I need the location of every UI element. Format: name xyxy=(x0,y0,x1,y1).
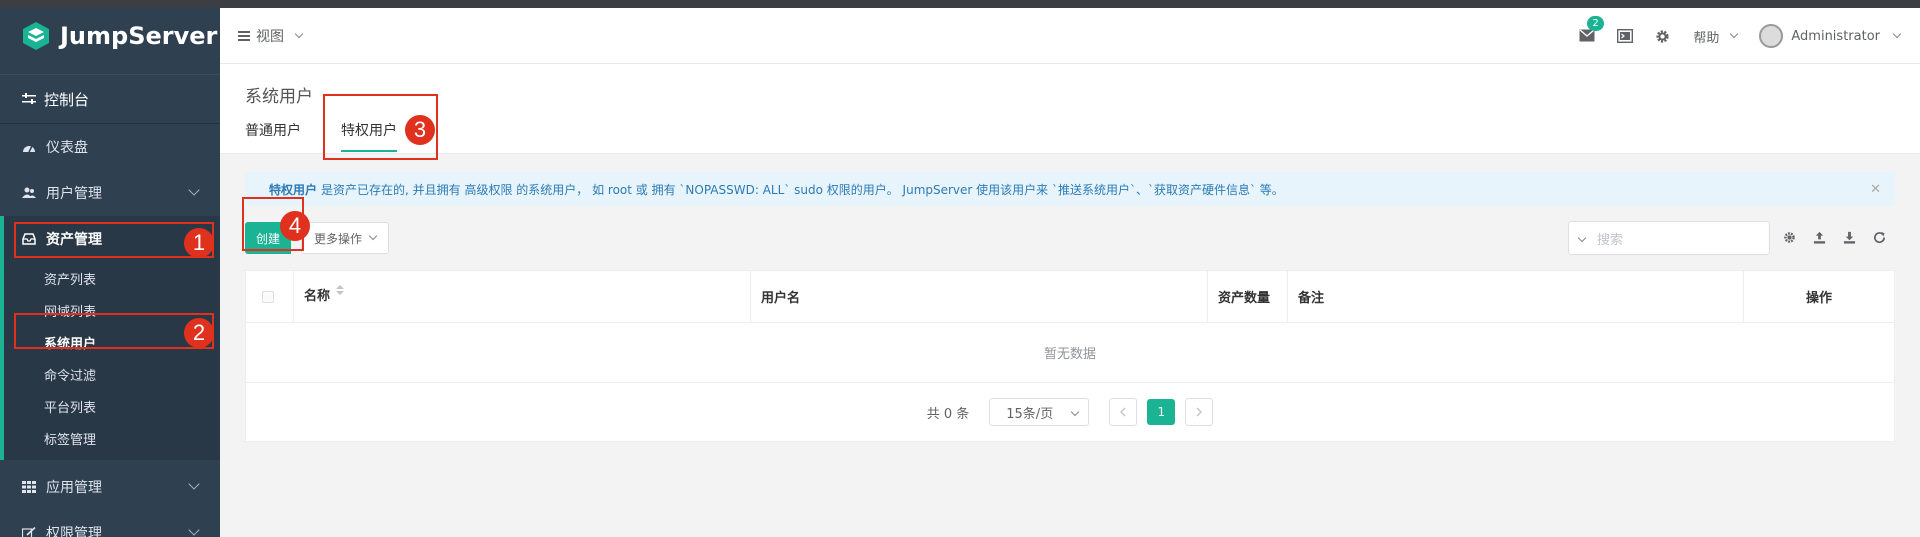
sidebar-subitem-platform-list[interactable]: 平台列表 xyxy=(4,390,220,422)
gear-icon xyxy=(1656,30,1669,43)
sidebar: JumpServer 控制台 仪表盘 用户管理 资产管理 资产列表 网域列表 系… xyxy=(0,8,220,537)
upload-icon[interactable] xyxy=(1811,229,1827,245)
chevron-right-icon xyxy=(1196,407,1203,417)
total-count: 共 0 条 xyxy=(926,406,970,422)
chevron-down-icon xyxy=(188,184,200,196)
refresh-icon[interactable] xyxy=(1871,229,1887,245)
page-size-value: 15条/页 xyxy=(1006,406,1054,422)
dashboard-icon xyxy=(22,140,36,154)
sidebar-item-label: 权限管理 xyxy=(46,526,102,537)
sliders-icon xyxy=(22,92,36,106)
page-number[interactable]: 1 xyxy=(1147,399,1176,425)
alert-text: 是资产已存在的, 并且拥有 高级权限 的系统用户， 如 root 或 拥有 `N… xyxy=(321,182,1284,197)
message-count-badge: 2 xyxy=(1587,16,1604,31)
sidebar-item-applications[interactable]: 应用管理 xyxy=(0,464,220,510)
alert-strong: 特权用户 xyxy=(269,182,318,197)
view-menu[interactable]: 视图 xyxy=(238,26,304,46)
users-icon xyxy=(22,186,36,200)
sidebar-item-label: 仪表盘 xyxy=(46,140,88,156)
more-actions-button[interactable]: 更多操作 xyxy=(301,222,390,254)
view-label: 视图 xyxy=(256,28,284,45)
tab-normal-users[interactable]: 普通用户 xyxy=(245,120,301,152)
system-users-table: 名称 用户名 资产数量 备注 操作 暂无数据 共 0 条 15条/页 1 xyxy=(245,270,1895,442)
pagination: 共 0 条 15条/页 1 xyxy=(246,383,1894,441)
table-toolbar: 创建 更多操作 搜索 xyxy=(245,206,1895,270)
main-area: 视图 2 帮助 Administrator 系统用户 普通用户 特权用户 特权用… xyxy=(220,8,1920,537)
prev-page-button[interactable] xyxy=(1109,398,1138,426)
console-switch[interactable]: 控制台 xyxy=(0,74,220,124)
sort-icon[interactable] xyxy=(336,285,345,295)
empty-state: 暂无数据 xyxy=(246,323,1894,383)
more-actions-label: 更多操作 xyxy=(314,231,363,246)
sidebar-subitem-label-management[interactable]: 标签管理 xyxy=(4,422,220,454)
user-name: Administrator xyxy=(1791,28,1880,44)
annotation-number-2: 2 xyxy=(184,318,214,348)
chevron-down-icon xyxy=(1892,29,1902,39)
chevron-down-icon xyxy=(294,29,304,38)
chevron-down-icon xyxy=(1730,29,1739,39)
chevron-down-icon xyxy=(1577,233,1587,243)
table-tool-icons xyxy=(1781,229,1887,245)
menu-icon xyxy=(238,30,250,41)
table-header: 名称 用户名 资产数量 备注 操作 xyxy=(246,271,1894,323)
avatar xyxy=(1759,24,1784,48)
settings-button[interactable] xyxy=(1655,29,1671,43)
grid-icon xyxy=(22,480,36,494)
help-label: 帮助 xyxy=(1693,30,1720,46)
download-icon[interactable] xyxy=(1841,229,1857,245)
page-header: 系统用户 普通用户 特权用户 xyxy=(220,64,1920,154)
select-all-cell xyxy=(246,271,294,322)
column-label: 名称 xyxy=(304,289,331,304)
info-alert: 特权用户 是资产已存在的, 并且拥有 高级权限 的系统用户， 如 root 或 … xyxy=(245,172,1895,206)
console-label: 控制台 xyxy=(44,90,90,109)
jumpserver-logo-icon xyxy=(23,22,49,50)
terminal-icon xyxy=(1617,28,1634,44)
content: 特权用户 是资产已存在的, 并且拥有 高级权限 的系统用户， 如 root 或 … xyxy=(220,172,1920,442)
chevron-down-icon xyxy=(188,478,200,490)
chevron-down-icon xyxy=(1071,407,1080,417)
annotation-number-1: 1 xyxy=(184,228,214,258)
page-size-select[interactable]: 15条/页 xyxy=(989,398,1090,426)
chevron-down-icon xyxy=(368,231,378,241)
window-top-strip xyxy=(0,0,1920,8)
sidebar-subitem-asset-list[interactable]: 资产列表 xyxy=(4,262,220,294)
edit-icon xyxy=(22,526,36,537)
top-header: 视图 2 帮助 Administrator xyxy=(220,8,1920,64)
next-page-button[interactable] xyxy=(1185,398,1214,426)
gear-icon[interactable] xyxy=(1781,229,1797,245)
sidebar-item-label: 用户管理 xyxy=(46,186,102,202)
close-icon[interactable]: ✕ xyxy=(1870,182,1881,197)
chevron-down-icon xyxy=(188,524,200,536)
header-right: 2 帮助 Administrator xyxy=(1579,8,1902,64)
annotation-number-3: 3 xyxy=(405,115,435,145)
terminal-button[interactable] xyxy=(1617,28,1634,44)
column-username: 用户名 xyxy=(751,271,1208,322)
page-title: 系统用户 xyxy=(245,87,313,107)
brand-name: JumpServer xyxy=(60,22,218,50)
sidebar-subitem-command-filter[interactable]: 命令过滤 xyxy=(4,358,220,390)
help-menu[interactable]: 帮助 xyxy=(1693,27,1739,46)
annotation-number-4: 4 xyxy=(280,211,310,241)
search-input[interactable]: 搜索 xyxy=(1568,221,1770,255)
search-placeholder: 搜索 xyxy=(1597,232,1624,248)
user-menu[interactable]: Administrator xyxy=(1759,24,1902,48)
column-comment: 备注 xyxy=(1288,271,1744,322)
messages-button[interactable]: 2 xyxy=(1579,16,1604,43)
sidebar-item-dashboard[interactable]: 仪表盘 xyxy=(0,124,220,170)
sidebar-item-label: 应用管理 xyxy=(46,480,102,496)
sidebar-item-permissions[interactable]: 权限管理 xyxy=(0,510,220,537)
column-name[interactable]: 名称 xyxy=(294,271,751,322)
column-asset-count: 资产数量 xyxy=(1208,271,1288,322)
logo[interactable]: JumpServer xyxy=(0,8,220,64)
column-actions: 操作 xyxy=(1805,291,1832,306)
sidebar-item-users[interactable]: 用户管理 xyxy=(0,170,220,216)
select-all-checkbox[interactable] xyxy=(262,290,274,303)
chevron-left-icon xyxy=(1120,407,1126,417)
